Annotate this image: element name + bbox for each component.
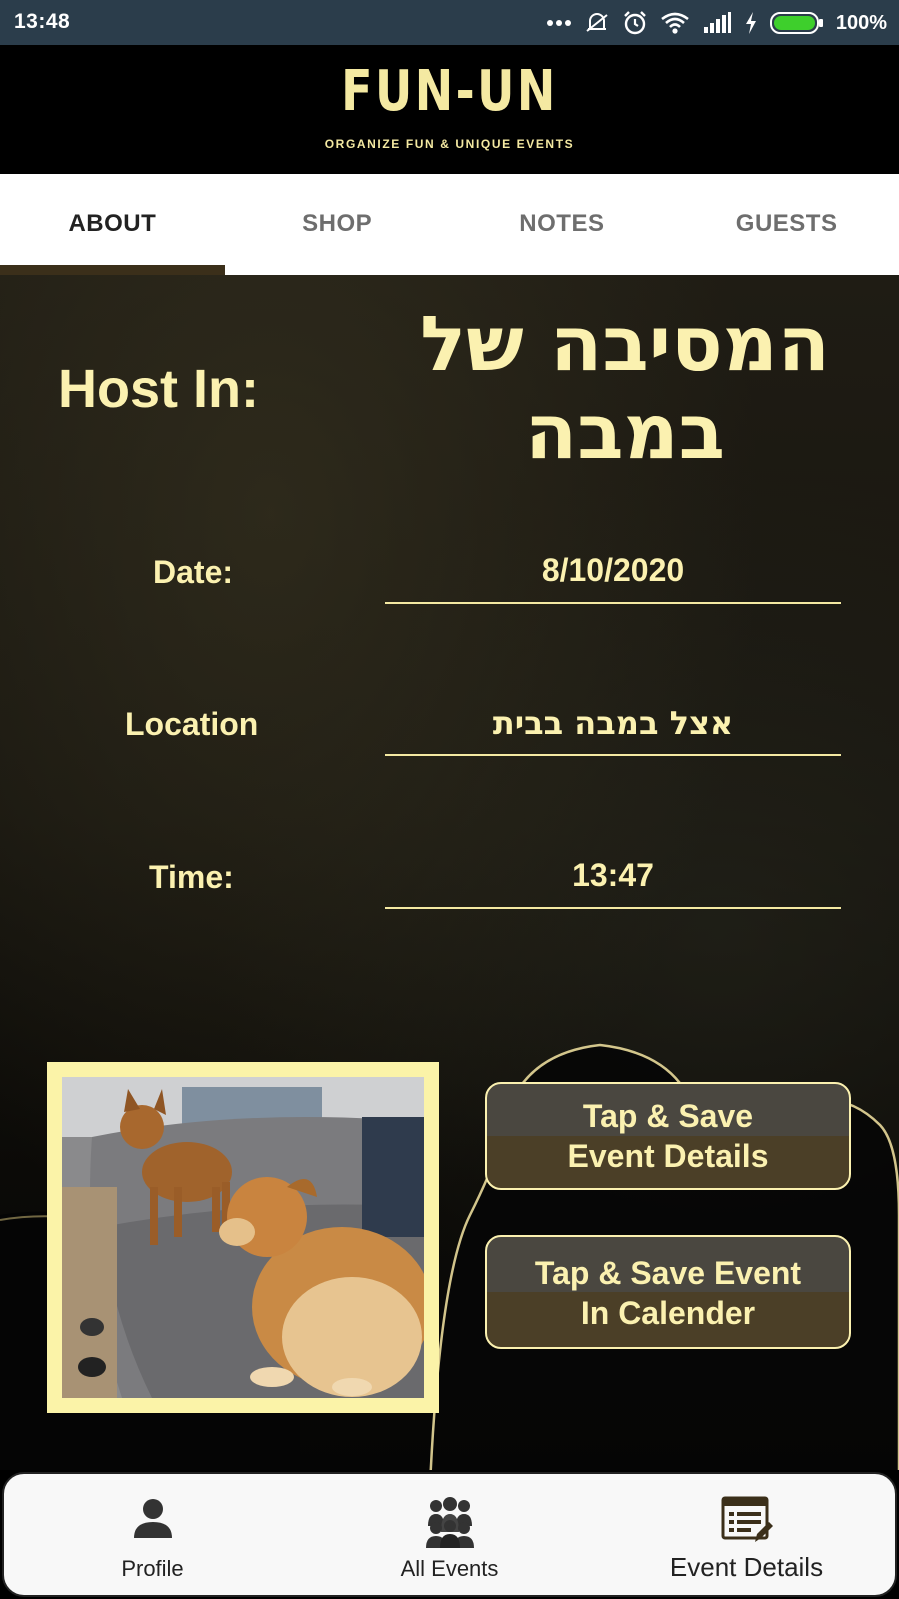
battery-icon (769, 10, 824, 36)
tab-guests[interactable]: GUESTS (674, 174, 899, 275)
save-to-calendar-button[interactable]: Tap & Save Event In Calender (485, 1235, 851, 1349)
save-details-line2: Event Details (567, 1138, 769, 1174)
charging-icon (744, 11, 758, 35)
mute-icon (584, 10, 610, 36)
status-time: 13:48 (14, 10, 71, 33)
save-calendar-line2: In Calender (580, 1295, 756, 1331)
date-value[interactable]: 8/10/2020 (385, 552, 841, 604)
tab-about[interactable]: ABOUT (0, 174, 225, 275)
event-photo-frame[interactable] (47, 1062, 439, 1413)
person-icon (4, 1496, 301, 1548)
nav-event-details-label: Event Details (669, 1552, 824, 1582)
location-value[interactable]: אצל במבה בבית (385, 704, 841, 756)
nav-all-events-label: All Events (400, 1556, 499, 1581)
time-label: Time: (149, 859, 234, 895)
nav-profile-label: Profile (121, 1556, 184, 1581)
location-label: Location (125, 706, 259, 742)
alarm-icon (622, 10, 648, 36)
dogs-photo-illustration (62, 1077, 424, 1398)
bottom-navigation: Profile All Events Event Details (0, 1470, 899, 1599)
host-value: המסיבה של במבה (420, 299, 830, 476)
date-label: Date: (153, 554, 234, 590)
time-value[interactable]: 13:47 (385, 857, 841, 909)
signal-icon (702, 11, 732, 35)
about-panel: Host In: המסיבה של במבה Date: 8/10/2020 … (0, 275, 899, 1470)
bottom-nav-bar: Profile All Events Event Details (2, 1472, 897, 1597)
tab-bar: ABOUT SHOP NOTES GUESTS (0, 174, 899, 275)
save-event-details-button[interactable]: Tap & Save Event Details (485, 1082, 851, 1190)
tab-notes[interactable]: NOTES (450, 174, 675, 275)
more-dots-icon (546, 19, 572, 27)
app-logo: FUN-UN (341, 59, 558, 124)
event-photo (62, 1077, 424, 1398)
battery-percent: 100% (835, 11, 887, 34)
status-bar: 13:48 100% (0, 0, 899, 45)
nav-event-details[interactable]: Event Details (598, 1474, 895, 1595)
group-icon (301, 1496, 598, 1548)
app-header: FUN-UN ORGANIZE FUN & UNIQUE EVENTS (0, 45, 899, 174)
host-label: Host In: (58, 359, 259, 419)
event-list-icon (598, 1496, 895, 1548)
app-tagline: ORGANIZE FUN & UNIQUE EVENTS (324, 137, 575, 151)
nav-profile[interactable]: Profile (4, 1474, 301, 1595)
tab-shop[interactable]: SHOP (225, 174, 450, 275)
wifi-icon (660, 11, 690, 35)
nav-all-events[interactable]: All Events (301, 1474, 598, 1595)
status-icons: 100% (546, 8, 887, 38)
save-calendar-line1: Tap & Save Event (534, 1255, 802, 1291)
save-details-line1: Tap & Save (582, 1098, 754, 1134)
